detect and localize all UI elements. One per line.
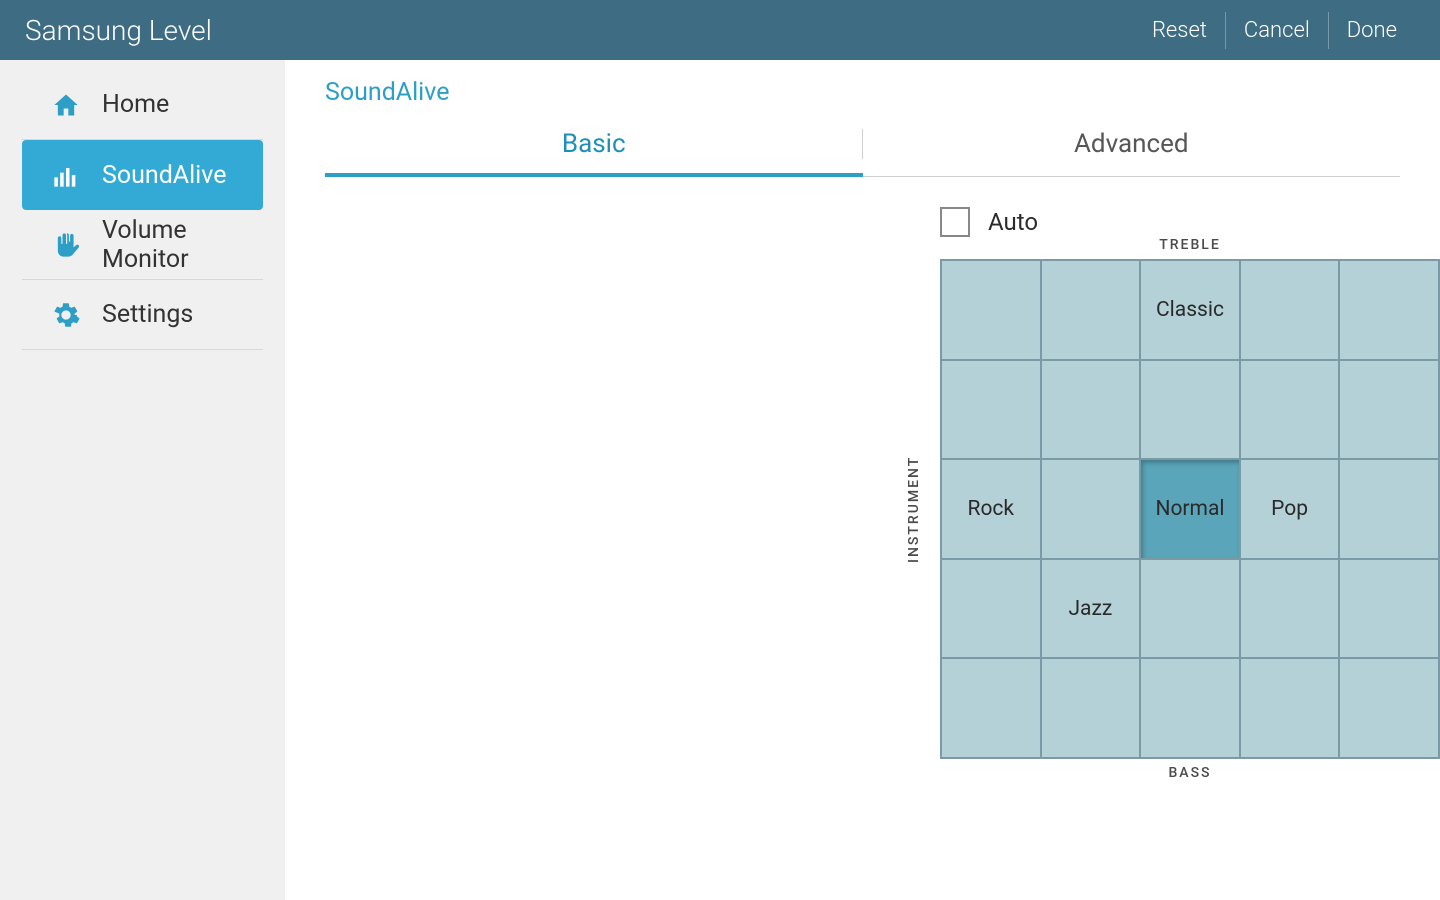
- eq-cell-pop[interactable]: Pop: [1240, 459, 1340, 559]
- eq-cell-3-4[interactable]: [1339, 559, 1439, 659]
- sidebar-item-volume-monitor[interactable]: Volume Monitor: [22, 210, 263, 280]
- axis-instrument: INSTRUMENT: [906, 259, 922, 759]
- auto-checkbox[interactable]: [940, 207, 970, 237]
- eq-cell-1-1[interactable]: [1041, 360, 1141, 460]
- tab-basic[interactable]: Basic: [325, 119, 863, 177]
- eq-cell-1-2[interactable]: [1140, 360, 1240, 460]
- eq-cell-4-2[interactable]: [1140, 658, 1240, 758]
- sidebar-item-soundalive[interactable]: SoundAlive: [22, 140, 263, 210]
- tabs: Basic Advanced: [325, 119, 1400, 177]
- auto-label: Auto: [988, 208, 1038, 236]
- eq-grid-area: TREBLE BASS INSTRUMENT VOCAL Classic Roc…: [940, 259, 1440, 759]
- axis-bass: BASS: [940, 765, 1440, 781]
- sidebar: Home SoundAlive Volume Monitor Settings: [0, 60, 285, 900]
- eq-cell-2-4[interactable]: [1339, 459, 1439, 559]
- eq-cell-0-4[interactable]: [1339, 260, 1439, 360]
- eq-cell-4-0[interactable]: [941, 658, 1041, 758]
- equalizer-icon: [52, 161, 80, 189]
- eq-cell-1-0[interactable]: [941, 360, 1041, 460]
- sidebar-item-label: Settings: [102, 300, 193, 329]
- axis-treble: TREBLE: [940, 237, 1440, 253]
- eq-cell-classic[interactable]: Classic: [1140, 260, 1240, 360]
- sidebar-item-label: Home: [102, 90, 169, 119]
- cancel-button[interactable]: Cancel: [1225, 12, 1328, 49]
- eq-cell-0-0[interactable]: [941, 260, 1041, 360]
- eq-cell-4-1[interactable]: [1041, 658, 1141, 758]
- eq-cell-normal[interactable]: Normal: [1140, 459, 1240, 559]
- header-actions: Reset Cancel Done: [1134, 12, 1415, 49]
- app-title: Samsung Level: [25, 14, 212, 47]
- eq-cell-jazz[interactable]: Jazz: [1041, 559, 1141, 659]
- eq-cell-3-2[interactable]: [1140, 559, 1240, 659]
- gear-icon: [52, 301, 80, 329]
- eq-cell-3-0[interactable]: [941, 559, 1041, 659]
- sidebar-item-label: Volume Monitor: [102, 216, 233, 274]
- eq-cell-4-3[interactable]: [1240, 658, 1340, 758]
- reset-button[interactable]: Reset: [1134, 12, 1225, 49]
- hand-icon: [52, 231, 80, 259]
- eq-cell-4-4[interactable]: [1339, 658, 1439, 758]
- eq-cell-0-3[interactable]: [1240, 260, 1340, 360]
- tab-advanced[interactable]: Advanced: [863, 119, 1401, 176]
- sidebar-item-label: SoundAlive: [102, 161, 226, 190]
- eq-cell-rock[interactable]: Rock: [941, 459, 1041, 559]
- page-title: SoundAlive: [285, 60, 1440, 119]
- done-button[interactable]: Done: [1328, 12, 1415, 49]
- home-icon: [52, 91, 80, 119]
- eq-cell-1-4[interactable]: [1339, 360, 1439, 460]
- app-header: Samsung Level Reset Cancel Done: [0, 0, 1440, 60]
- eq-grid: Classic Rock Normal Pop Jazz: [940, 259, 1440, 759]
- sidebar-item-settings[interactable]: Settings: [22, 280, 263, 350]
- main-content: SoundAlive Basic Advanced Auto TREBLE BA…: [285, 60, 1440, 900]
- eq-cell-2-1[interactable]: [1041, 459, 1141, 559]
- sidebar-item-home[interactable]: Home: [22, 70, 263, 140]
- eq-cell-1-3[interactable]: [1240, 360, 1340, 460]
- eq-cell-3-3[interactable]: [1240, 559, 1340, 659]
- eq-cell-0-1[interactable]: [1041, 260, 1141, 360]
